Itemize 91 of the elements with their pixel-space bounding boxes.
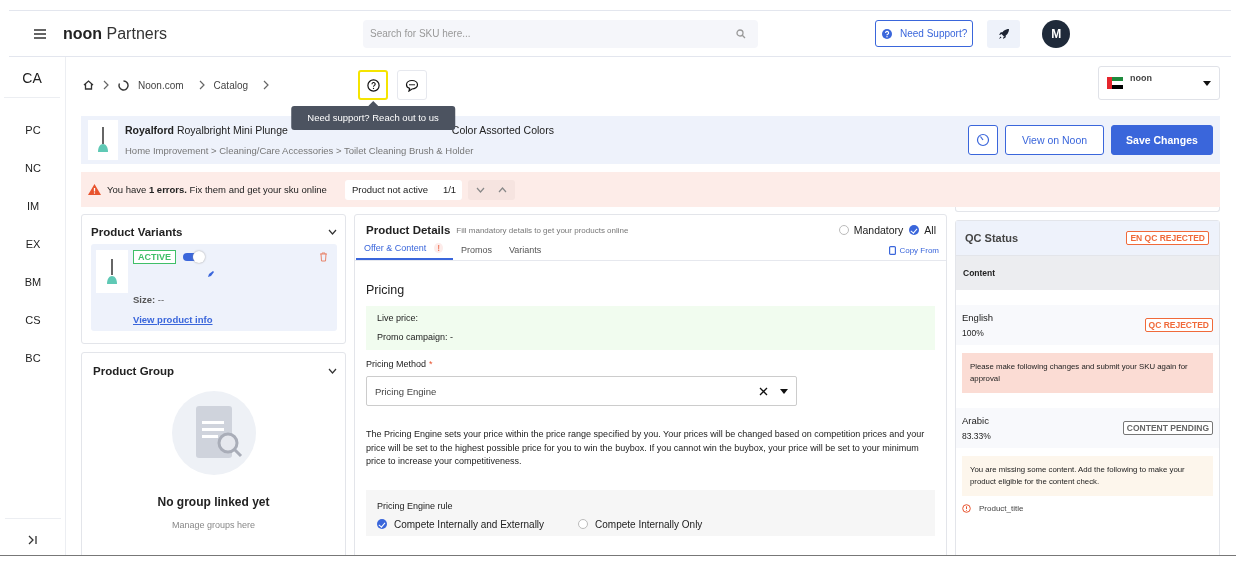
card-title: Product Details [366, 224, 451, 236]
clear-icon[interactable] [759, 386, 768, 396]
language-name: Arabic [962, 415, 990, 426]
filter-radio[interactable]: All [909, 224, 936, 236]
sidebar-item[interactable]: IM [26, 200, 40, 212]
rocket-icon [997, 27, 1010, 40]
copy-icon [889, 246, 897, 255]
action-button[interactable]: Save Changes [1111, 125, 1213, 155]
product-image [88, 120, 118, 160]
sidebar-item[interactable]: BC [25, 352, 41, 364]
pencil-icon[interactable] [207, 270, 215, 278]
product-category: Home Improvement > Cleaning/Care Accessories > Toilet Cleaning Brush & Holder [125, 145, 475, 156]
store-selector[interactable]: noon [1098, 66, 1220, 100]
chevron-down-icon[interactable] [328, 229, 337, 235]
language-name: English [962, 312, 994, 323]
filter-radio[interactable]: Mandatory [838, 224, 904, 236]
flag-icon [1107, 77, 1123, 89]
sidebar-header: CA [4, 57, 60, 98]
collapse-icon[interactable] [28, 535, 38, 545]
section-title: Pricing [366, 283, 406, 297]
error-message: You have 1 errors. Fix them and get your sku online [107, 184, 327, 195]
chevron-right-icon [263, 80, 270, 90]
missing-field: Product_title [979, 504, 1024, 513]
completion-percent: 100% [962, 328, 985, 338]
product-title: Royalford Royalbright Mini Plunge [125, 124, 288, 136]
history-button[interactable] [968, 125, 998, 155]
card-title: QC Status [965, 232, 1019, 244]
action-button[interactable]: View on Noon [1005, 125, 1104, 155]
field-label: Pricing Method * [366, 359, 434, 369]
sidebar-item[interactable]: EX [25, 238, 41, 250]
help-icon [882, 28, 892, 39]
size-text: Size: -- [133, 294, 166, 305]
caret-down-icon [780, 388, 788, 394]
copy-from-link[interactable]: Copy From [882, 246, 946, 260]
menu-icon[interactable] [34, 28, 46, 39]
empty-text: Manage groups here [171, 520, 256, 530]
tooltip-pointer-icon [368, 101, 379, 106]
product-image [96, 250, 128, 293]
chevron-right-icon [198, 80, 205, 90]
help-icon [366, 78, 380, 92]
variant-card[interactable]: ACTIVE Size: -- View product info [91, 244, 337, 331]
search-field[interactable]: Search for SKU here... [363, 19, 758, 48]
section-header: Content [956, 256, 1219, 290]
description-text: The Pricing Engine sets your price within the price range specified by you. Your prices will be changed based on competition prices and your price will be set to the highest possible price for you to win the buybox. If you cannot win the buybox, your price will be set to your minimum price to increase your competitiveness. [366, 428, 926, 468]
rocket-button[interactable] [987, 19, 1021, 48]
chevron-right-icon [103, 80, 109, 90]
search-icon[interactable] [736, 28, 746, 39]
rule-radio[interactable]: Compete Internally Only [578, 518, 703, 530]
chat-button[interactable] [397, 70, 428, 100]
tab[interactable]: Promos [452, 245, 501, 260]
card-title: Product Variants [91, 226, 183, 238]
user-avatar[interactable]: M [1042, 19, 1071, 48]
warning-icon [88, 184, 101, 195]
pricing-method-select[interactable]: Pricing Engine [366, 376, 797, 406]
tab[interactable]: Variants [500, 245, 551, 260]
rule-title: Pricing Engine rule [377, 500, 454, 511]
status-badge: CONTENT PENDING [1122, 421, 1213, 435]
status-badge: QC REJECTED [1144, 318, 1213, 332]
need-support-button[interactable]: Need Support? [875, 20, 974, 47]
tooltip: Need support? Reach out to us [291, 106, 455, 130]
card-hint: Fill mandatory details to get your products online [456, 225, 629, 235]
completion-percent: 83.33% [962, 431, 991, 441]
breadcrumb-link[interactable]: Noon.com [138, 79, 184, 91]
loading-icon [118, 79, 129, 91]
view-product-info-link[interactable]: View product info [133, 314, 332, 325]
card-title: Product Group [93, 365, 175, 377]
history-icon [976, 133, 990, 147]
error-label: Product not active [351, 184, 428, 195]
promo-campaign-text: Promo campaign: - [377, 332, 455, 342]
home-icon[interactable] [83, 80, 94, 90]
required-mark: * [429, 359, 433, 369]
error-count: 1/1 [442, 184, 457, 195]
brand-logo: noon Partners [63, 24, 168, 43]
caret-down-icon [1203, 80, 1211, 86]
chat-icon [404, 78, 420, 92]
sidebar-item[interactable]: NC [25, 162, 41, 174]
chevron-up-icon[interactable] [498, 186, 508, 193]
sidebar-item[interactable]: CS [25, 314, 41, 326]
status-badge: EN QC REJECTED [1126, 231, 1209, 245]
sidebar-item[interactable]: BM [24, 276, 42, 288]
alert-icon [962, 504, 971, 513]
chevron-down-icon[interactable] [328, 368, 337, 374]
status-badge: ACTIVE [133, 250, 176, 264]
live-price-text: Live price: [377, 313, 420, 323]
alert-badge: ! [434, 243, 443, 253]
empty-title: No group linked yet [157, 495, 270, 509]
rule-radio[interactable]: Compete Internally and Externally [377, 518, 545, 530]
breadcrumb-link[interactable]: Catalog [213, 79, 249, 91]
tab[interactable]: Offer & Content ! [356, 243, 453, 260]
help-button[interactable] [358, 70, 389, 100]
sidebar-item[interactable]: PC [25, 124, 41, 136]
